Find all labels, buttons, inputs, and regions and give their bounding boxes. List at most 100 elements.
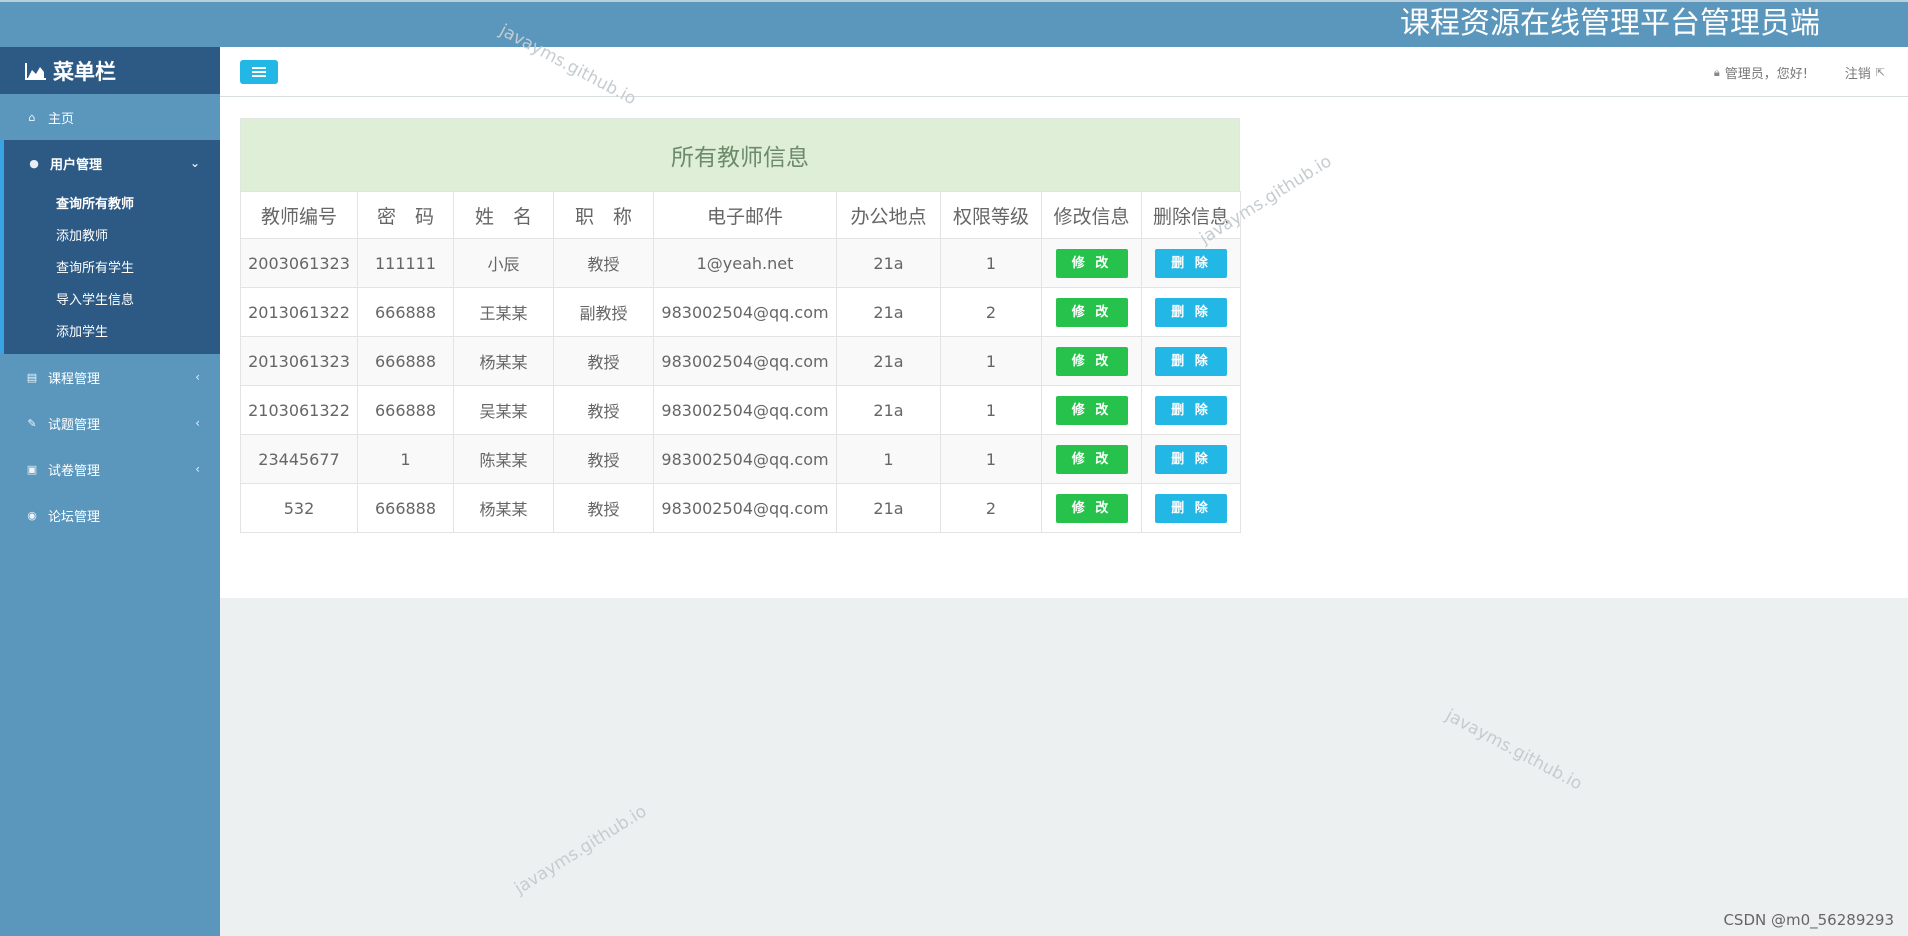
edit-cell: 修 改 — [1041, 336, 1142, 386]
column-header: 密 码 — [357, 191, 454, 239]
delete-button[interactable]: 删 除 — [1155, 444, 1227, 474]
column-header: 修改信息 — [1041, 191, 1142, 239]
sidebar-item-course-management[interactable]: ▤ 课程管理 ‹ — [0, 354, 220, 400]
column-header: 电子邮件 — [653, 191, 837, 239]
sidebar-item-label: 课程管理 — [48, 371, 101, 387]
delete-cell: 删 除 — [1141, 238, 1241, 288]
chevron-down-icon: ⌄ — [189, 156, 200, 170]
sidebar-title: 菜单栏 — [53, 59, 116, 84]
table-cell: 1 — [940, 238, 1042, 288]
submenu-item-add-student[interactable]: 添加学生 — [4, 314, 220, 346]
hamburger-icon — [252, 67, 266, 77]
sidebar-header: 菜单栏 — [0, 47, 220, 94]
sidebar-item-label: 论坛管理 — [48, 509, 101, 525]
edit-button[interactable]: 修 改 — [1055, 248, 1128, 278]
submenu-item-add-teacher[interactable]: 添加教师 — [4, 218, 220, 250]
edit-cell: 修 改 — [1041, 434, 1142, 484]
delete-cell: 删 除 — [1141, 287, 1241, 337]
top-bar: 🔒︎ 管理员，您好! 注销 ⇱ — [220, 47, 1908, 97]
globe-icon: ◉ — [27, 508, 37, 522]
sidebar-item-label: 主页 — [48, 111, 75, 127]
submenu-item-query-teachers[interactable]: 查询所有教师 — [4, 186, 220, 218]
table-row: 2013061322 666888 王某某 副教授 983002504@qq.com 21… — [240, 287, 1241, 337]
table-cell: 教授 — [553, 385, 654, 435]
table-cell: 666888 — [357, 385, 454, 435]
table-cell: 983002504@qq.com — [653, 483, 837, 533]
edit-button[interactable]: 修 改 — [1055, 297, 1128, 327]
table-cell: 983002504@qq.com — [653, 287, 837, 337]
panel-title: 所有教师信息 — [240, 118, 1240, 191]
delete-cell: 删 除 — [1141, 483, 1241, 533]
table-cell: 666888 — [357, 287, 454, 337]
delete-cell: 删 除 — [1141, 434, 1241, 484]
user-greeting: 🔒︎ 管理员，您好! — [1709, 63, 1808, 83]
table-cell: 副教授 — [553, 287, 654, 337]
table-cell: 1 — [940, 434, 1042, 484]
table-cell: 陈某某 — [453, 434, 554, 484]
table-cell: 21a — [836, 336, 941, 386]
table-cell: 吴某某 — [453, 385, 554, 435]
edit-button[interactable]: 修 改 — [1055, 395, 1128, 425]
table-row: 23445677 1 陈某某 教授 983002504@qq.com 1 1 修 改删 除 — [240, 434, 1241, 484]
submenu-item-query-students[interactable]: 查询所有学生 — [4, 250, 220, 282]
column-header: 职 称 — [553, 191, 654, 239]
table-cell: 2013061322 — [240, 287, 358, 337]
table-cell: 111111 — [357, 238, 454, 288]
edit-button[interactable]: 修 改 — [1055, 346, 1128, 376]
sidebar: 菜单栏 ⌂ 主页 ● 用户管理 ⌄ 查询所有教师 添加教师 查询所有学生 导入学… — [0, 47, 220, 936]
area-chart-icon — [25, 62, 46, 80]
table-cell: 2013061323 — [240, 336, 358, 386]
logout-label: 注销 — [1844, 67, 1871, 82]
table-cell: 2 — [940, 483, 1042, 533]
delete-button[interactable]: 删 除 — [1155, 248, 1227, 278]
table-cell: 983002504@qq.com — [653, 385, 837, 435]
table-row: 2103061322 666888 吴某某 教授 983002504@qq.com 21a… — [240, 385, 1241, 435]
sidebar-item-paper-management[interactable]: ▣ 试卷管理 ‹ — [0, 446, 220, 492]
logout-link[interactable]: 注销 ⇱ — [1845, 63, 1890, 82]
table-cell: 1 — [940, 336, 1042, 386]
edit-cell: 修 改 — [1041, 483, 1142, 533]
table-cell: 教授 — [553, 336, 654, 386]
column-header: 教师编号 — [240, 191, 358, 239]
main-content: 🔒︎ 管理员，您好! 注销 ⇱ 所有教师信息 教师编号 密 码 姓 名 职 称 … — [220, 47, 1908, 598]
table-cell: 23445677 — [240, 434, 358, 484]
submenu-item-import-students[interactable]: 导入学生信息 — [4, 282, 220, 314]
table-cell: 教授 — [553, 238, 654, 288]
table-cell: 1 — [940, 385, 1042, 435]
edit-button[interactable]: 修 改 — [1055, 493, 1128, 523]
sidebar-item-home[interactable]: ⌂ 主页 — [0, 94, 220, 140]
edit-button[interactable]: 修 改 — [1055, 444, 1128, 474]
chevron-left-icon: ‹ — [195, 370, 200, 384]
sidebar-item-label: 试卷管理 — [48, 463, 101, 479]
table-cell: 杨某某 — [453, 336, 554, 386]
table-cell: 21a — [836, 238, 941, 288]
table-row: 2003061323 111111 小辰 教授 1@yeah.net 21a 1 修 改删 除 — [240, 238, 1241, 288]
chevron-left-icon: ‹ — [195, 462, 200, 476]
table-cell: 2103061322 — [240, 385, 358, 435]
external-link-icon: ⇱ — [1875, 66, 1885, 79]
sidebar-item-question-management[interactable]: ✎ 试题管理 ‹ — [0, 400, 220, 446]
table-cell: 1 — [357, 434, 454, 484]
delete-button[interactable]: 删 除 — [1155, 493, 1227, 523]
sidebar-item-forum-management[interactable]: ◉ 论坛管理 — [0, 492, 220, 538]
table-cell: 21a — [836, 287, 941, 337]
delete-button[interactable]: 删 除 — [1155, 395, 1227, 425]
table-cell: 1 — [836, 434, 941, 484]
edit-cell: 修 改 — [1041, 385, 1142, 435]
delete-button[interactable]: 删 除 — [1155, 346, 1227, 376]
table-cell: 21a — [836, 385, 941, 435]
table-cell: 666888 — [357, 336, 454, 386]
teacher-table: 教师编号 密 码 姓 名 职 称 电子邮件 办公地点 权限等级 修改信息 删除信… — [240, 191, 1241, 533]
briefcase-icon: ▣ — [26, 462, 38, 476]
table-row: 532 666888 杨某某 教授 983002504@qq.com 21a 2 修 改删 除 — [240, 483, 1241, 533]
table-cell: 1@yeah.net — [653, 238, 837, 288]
delete-button[interactable]: 删 除 — [1155, 297, 1227, 327]
table-cell: 小辰 — [453, 238, 554, 288]
app-title: 课程资源在线管理平台管理员端 — [1400, 6, 1820, 41]
chevron-left-icon: ‹ — [195, 416, 200, 430]
menu-toggle-button[interactable] — [240, 60, 278, 84]
table-header-row: 教师编号 密 码 姓 名 职 称 电子邮件 办公地点 权限等级 修改信息 删除信… — [240, 191, 1241, 239]
table-cell: 王某某 — [453, 287, 554, 337]
sidebar-item-user-management[interactable]: ● 用户管理 ⌄ — [4, 140, 220, 186]
edit-cell: 修 改 — [1041, 238, 1142, 288]
